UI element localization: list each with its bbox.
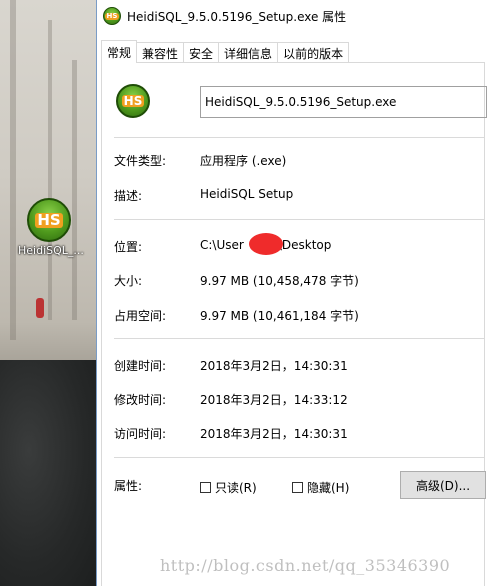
created-value: 2018年3月2日，14:30:31 — [200, 359, 348, 373]
separator — [114, 457, 484, 458]
hidden-checkbox-box[interactable] — [292, 482, 303, 493]
attributes-label: 属性: — [114, 479, 143, 493]
tab-previous-versions[interactable]: 以前的版本 — [277, 42, 350, 63]
desktop-shortcut-label: HeidiSQL_... — [18, 244, 84, 257]
separator — [114, 219, 484, 220]
accessed-label: 访问时间: — [114, 427, 167, 441]
desktop-background: HS HeidiSQL_... — [0, 0, 96, 586]
rock-cliff — [0, 360, 96, 586]
tab-general[interactable]: 常规 — [101, 40, 138, 63]
description-label: 描述: — [114, 189, 143, 203]
advanced-button[interactable]: 高级(D)... — [400, 471, 486, 499]
description-value: HeidiSQL Setup — [200, 187, 294, 201]
file-type-label: 文件类型: — [114, 154, 167, 168]
readonly-checkbox-label: 只读(R) — [215, 481, 257, 495]
separator — [114, 338, 484, 339]
tab-compatibility[interactable]: 兼容性 — [136, 42, 185, 63]
size-label: 大小: — [114, 274, 143, 288]
title-bar[interactable]: HS HeidiSQL_9.5.0.5196_Setup.exe 属性 — [97, 0, 488, 32]
modified-label: 修改时间: — [114, 393, 167, 407]
window-title: HeidiSQL_9.5.0.5196_Setup.exe 属性 — [127, 9, 347, 24]
file-name-field[interactable]: HeidiSQL_9.5.0.5196_Setup.exe — [200, 86, 487, 118]
properties-window: HS HeidiSQL_9.5.0.5196_Setup.exe 属性 常规 兼… — [96, 0, 488, 586]
rock-texture — [72, 60, 77, 320]
location-value-prefix: C:\User — [200, 238, 244, 252]
readonly-checkbox[interactable]: 只读(R) — [200, 479, 257, 496]
tab-security[interactable]: 安全 — [183, 42, 220, 63]
rock-texture — [10, 0, 16, 340]
redaction-mark — [249, 233, 283, 255]
created-label: 创建时间: — [114, 359, 167, 373]
heidisql-app-icon: HS — [27, 198, 71, 242]
rock-texture — [48, 20, 52, 320]
size-value: 9.97 MB (10,458,478 字节) — [200, 274, 359, 288]
file-type-value: 应用程序 (.exe) — [200, 154, 287, 168]
accessed-value: 2018年3月2日，14:30:31 — [200, 427, 348, 441]
hidden-checkbox-label: 隐藏(H) — [307, 481, 350, 495]
file-icon: HS — [116, 84, 150, 118]
tab-details[interactable]: 详细信息 — [218, 42, 279, 63]
tab-bar: 常规 兼容性 安全 详细信息 以前的版本 — [101, 40, 350, 63]
climber-figure — [36, 298, 44, 318]
general-panel: HS HeidiSQL_9.5.0.5196_Setup.exe 文件类型: 应… — [101, 62, 487, 586]
watermark: http://blog.csdn.net/qq_35346390 — [160, 556, 451, 575]
location-value-suffix: \Desktop — [277, 238, 332, 252]
desktop-shortcut[interactable]: HS HeidiSQL_... — [18, 198, 84, 257]
readonly-checkbox-box[interactable] — [200, 482, 211, 493]
modified-value: 2018年3月2日，14:33:12 — [200, 393, 348, 407]
location-label: 位置: — [114, 240, 143, 254]
window-app-icon: HS — [103, 7, 121, 25]
hidden-checkbox[interactable]: 隐藏(H) — [292, 479, 349, 496]
disk-size-label: 占用空间: — [114, 309, 167, 323]
disk-size-value: 9.97 MB (10,461,184 字节) — [200, 309, 359, 323]
separator — [114, 137, 484, 138]
